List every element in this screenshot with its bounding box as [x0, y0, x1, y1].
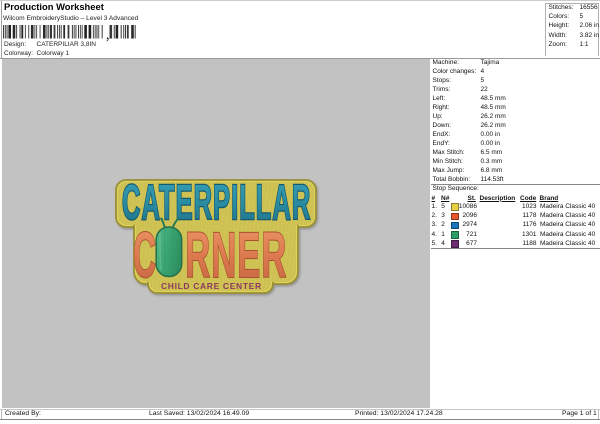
svg-text:RNER: RNER: [185, 219, 287, 291]
svg-text:CHILD CARE CENTER: CHILD CARE CENTER: [161, 281, 262, 291]
svg-text:C: C: [133, 219, 156, 291]
